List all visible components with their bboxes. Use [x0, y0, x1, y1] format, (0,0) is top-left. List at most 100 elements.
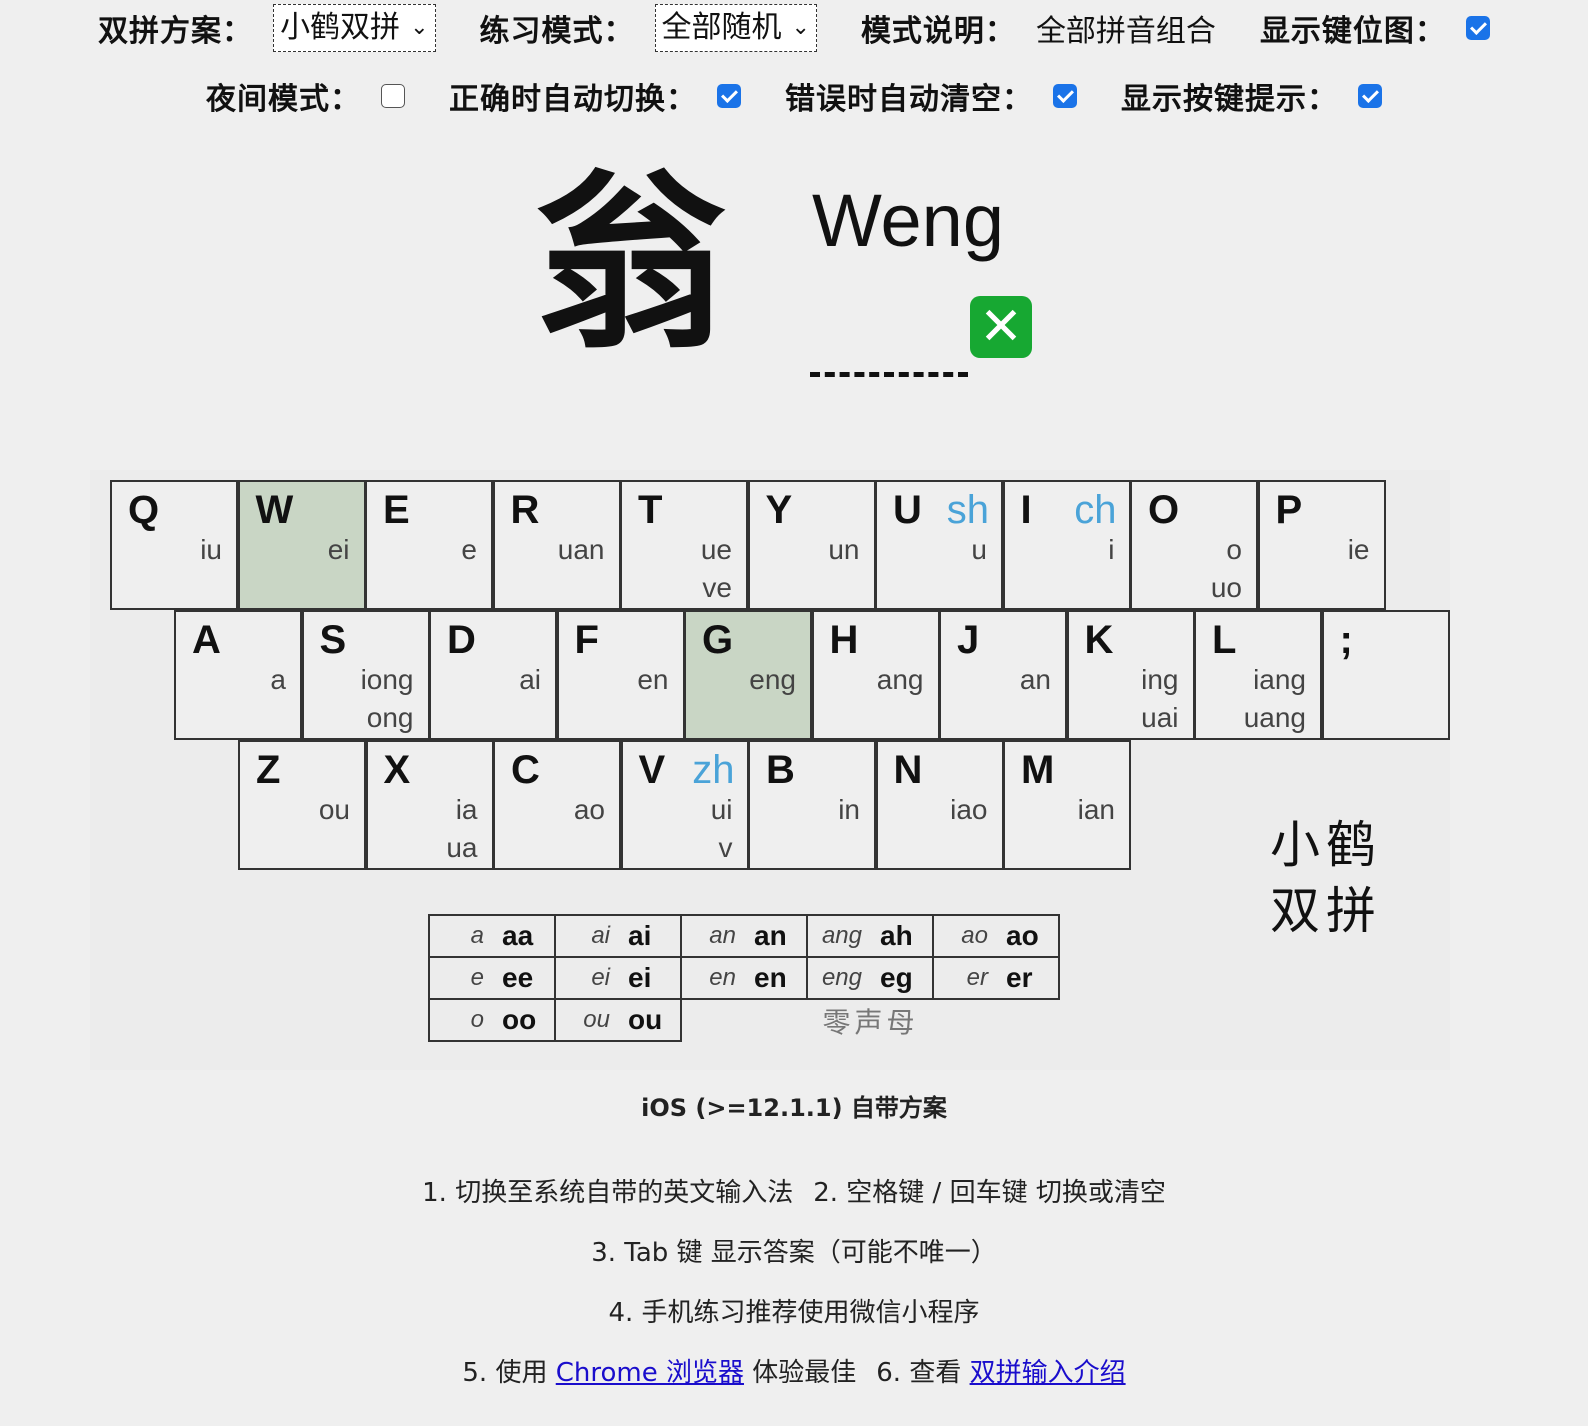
- zero-initial-row: a aa ai ai an an ang ah ao ao: [428, 914, 1060, 958]
- key-letter: U: [893, 488, 922, 532]
- zero-initial-pinyin: en: [709, 964, 736, 991]
- zero-initial-pinyin: er: [966, 964, 988, 991]
- key-j: Jan: [939, 610, 1067, 740]
- key-final: o: [1226, 534, 1242, 565]
- show-keymap-group: 显示键位图：: [1260, 6, 1490, 50]
- key-final: ie: [1347, 534, 1370, 565]
- chrome-link[interactable]: Chrome 浏览器: [556, 1358, 744, 1388]
- zero-initial-cell: en en: [680, 956, 808, 1000]
- key-final: uan: [557, 534, 605, 565]
- mode-desc-value: 全部拼音组合: [1035, 14, 1216, 49]
- zero-initial-keys: ee: [502, 962, 534, 993]
- key-final: iang: [1253, 664, 1306, 695]
- mode-desc-label: 模式说明：: [860, 14, 1016, 49]
- key-m: Mian: [1003, 740, 1131, 870]
- mode-select-value: 全部随机: [661, 10, 782, 45]
- key-r: Ruan: [492, 480, 621, 610]
- key-initial: ch: [1074, 488, 1117, 532]
- tip-6-prefix: 6. 查看: [876, 1358, 970, 1388]
- key-l: Liang uang: [1194, 610, 1322, 740]
- key-final: ian: [1077, 794, 1115, 825]
- key-final: ei: [327, 534, 350, 565]
- scheme-select[interactable]: 小鹤双拼 ⌄: [273, 4, 436, 52]
- zero-initial-cell: o oo: [428, 998, 556, 1042]
- key-final: ve: [702, 572, 732, 603]
- key-p: Pie: [1257, 480, 1386, 610]
- key-hint-checkbox[interactable]: [1358, 84, 1382, 108]
- key-hint-label: 显示按键提示：: [1121, 82, 1338, 117]
- zero-initial-pair: eng eg: [808, 962, 932, 994]
- key-final: iong: [360, 664, 414, 695]
- key-final: i: [1108, 534, 1115, 565]
- show-keymap-checkbox[interactable]: [1465, 16, 1490, 40]
- tip-line-5: 5. 使用 Chrome 浏览器 体验最佳 6. 查看 双拼输入介绍: [0, 1352, 1588, 1389]
- key-q: Qiu: [110, 480, 238, 610]
- zero-initial-pinyin: ao: [961, 922, 988, 949]
- answer-input[interactable]: [810, 300, 968, 377]
- zero-initial-pair: an an: [682, 920, 806, 952]
- key-letter: Y: [765, 488, 793, 532]
- key-letter: O: [1148, 488, 1180, 532]
- mode-select[interactable]: 全部随机 ⌄: [654, 4, 817, 52]
- key-letter: T: [638, 488, 663, 532]
- zero-initial-pair: a aa: [430, 920, 554, 952]
- night-mode-label: 夜间模式：: [206, 82, 361, 117]
- mode-label: 练习模式：: [479, 14, 635, 49]
- zero-initial-keys: aa: [502, 920, 534, 951]
- brand-line-2: 双拼: [1270, 882, 1382, 940]
- auto-switch-checkbox[interactable]: [717, 84, 741, 108]
- scheme-brand: 小鹤 双拼: [1270, 812, 1382, 944]
- key-final: ui: [710, 794, 733, 825]
- key-final: ong: [366, 702, 414, 733]
- key-letter: V: [638, 748, 666, 792]
- zero-initial-keys: ah: [880, 920, 913, 951]
- tip-1: 1. 切换至系统自带的英文输入法: [422, 1178, 794, 1208]
- key-final: ing: [1141, 664, 1179, 695]
- show-keymap-label: 显示键位图：: [1259, 14, 1446, 49]
- key-e: Ee: [365, 480, 493, 610]
- zero-initial-cell: ai ai: [554, 914, 682, 958]
- zero-initial-pinyin: e: [470, 964, 484, 991]
- zero-initial-table: a aa ai ai an an ang ah ao ao e ee ei ei en en eng eg er er…: [428, 914, 1060, 1042]
- auto-switch-group: 正确时自动切换：: [449, 74, 741, 118]
- key-k: King uai: [1066, 610, 1195, 740]
- tip-4: 4. 手机练习推荐使用微信小程序: [608, 1298, 980, 1328]
- zero-initial-keys: eg: [880, 962, 913, 993]
- key-final: uai: [1141, 702, 1179, 733]
- key-final: uang: [1243, 702, 1306, 733]
- key-final: iu: [200, 534, 222, 565]
- key-letter: C: [511, 748, 540, 792]
- key-c: Cao: [493, 740, 621, 870]
- auto-clear-checkbox[interactable]: [1053, 84, 1077, 108]
- key-z: Zou: [238, 740, 366, 870]
- key-letter: Z: [256, 748, 281, 792]
- key-b: Bin: [748, 740, 876, 870]
- night-mode-checkbox[interactable]: [381, 84, 405, 108]
- key-final: ua: [446, 832, 478, 863]
- tip-5-prefix: 5. 使用: [462, 1358, 556, 1388]
- practice-pinyin: Weng: [812, 179, 1004, 262]
- key-s: Siong ong: [301, 610, 430, 740]
- zero-initial-cell: er er: [932, 956, 1060, 1000]
- zero-initial-pair: ei ei: [556, 962, 680, 994]
- zero-initial-pair: ou ou: [556, 1004, 680, 1036]
- zero-initial-pinyin: ang: [821, 922, 862, 949]
- key-final: eng: [749, 664, 796, 695]
- tip-3: 3. Tab 键 显示答案（可能不唯一）: [591, 1238, 997, 1268]
- key-final: e: [461, 534, 477, 565]
- shuangpin-intro-link[interactable]: 双拼输入介绍: [970, 1358, 1126, 1388]
- zero-initial-cell: an an: [680, 914, 808, 958]
- auto-switch-label: 正确时自动切换：: [449, 82, 697, 117]
- key-final: ia: [455, 794, 478, 825]
- zero-initial-pinyin: ou: [583, 1006, 610, 1033]
- zero-initial-pair: ao ao: [934, 920, 1058, 952]
- zero-initial-pair: e ee: [430, 962, 554, 994]
- zero-initial-keys: er: [1006, 962, 1033, 993]
- key-t: Tue ve: [620, 480, 748, 610]
- key-letter: I: [1020, 488, 1032, 532]
- scheme-caption: iOS (>=12.1.1) 自带方案: [641, 1094, 947, 1122]
- scheme-select-value: 小鹤双拼: [280, 10, 401, 45]
- key-letter: K: [1084, 618, 1114, 662]
- auto-clear-label: 错误时自动清空：: [785, 82, 1033, 117]
- night-group: 夜间模式：: [206, 74, 405, 118]
